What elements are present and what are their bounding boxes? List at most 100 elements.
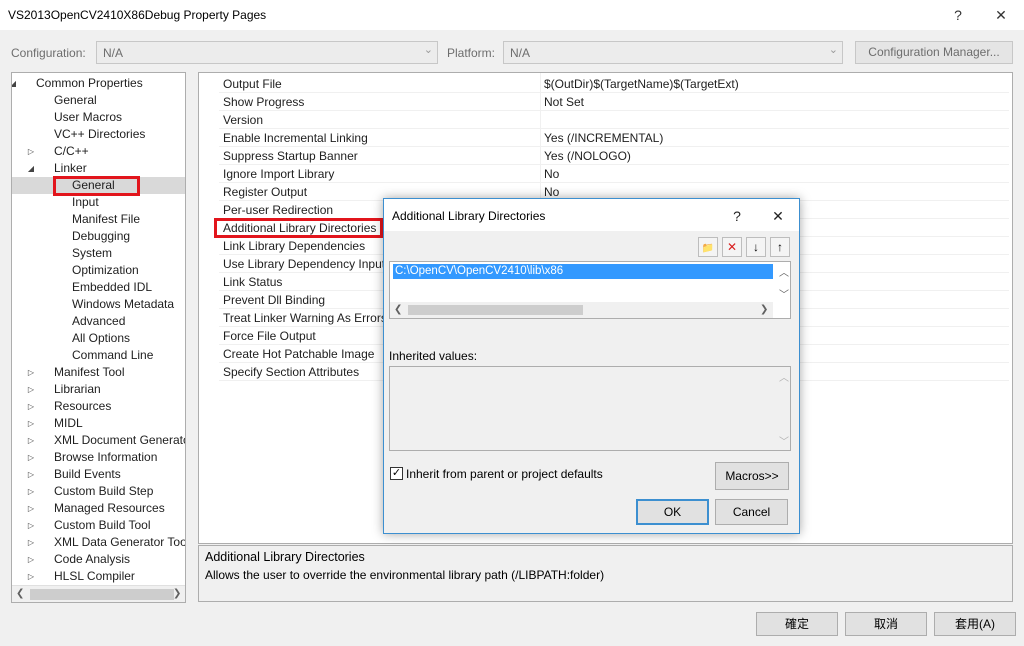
tree-item[interactable]: Command Line: [12, 347, 185, 364]
tree-item[interactable]: ▷ Build Events: [12, 466, 185, 483]
property-row[interactable]: Show Progress Not Set: [219, 93, 1009, 111]
scroll-left-icon[interactable]: ❮: [16, 588, 24, 599]
new-folder-button[interactable]: 📁: [698, 237, 718, 257]
property-value[interactable]: $(OutDir)$(TargetName)$(TargetExt): [544, 77, 739, 91]
tree-item-label: VC++ Directories: [54, 127, 146, 141]
property-value[interactable]: No: [544, 167, 559, 181]
tree-item[interactable]: User Macros: [12, 109, 185, 126]
collapse-icon[interactable]: ◢: [26, 160, 36, 177]
tree-item[interactable]: Debugging: [12, 228, 185, 245]
expand-icon[interactable]: ▷: [26, 483, 36, 500]
dialog-cancel-button[interactable]: Cancel: [715, 499, 788, 525]
apply-button[interactable]: 套用(A): [934, 612, 1016, 636]
directory-horizontal-scrollbar[interactable]: ❮ ❯: [390, 302, 773, 318]
tree-item[interactable]: Manifest File: [12, 211, 185, 228]
dialog-ok-button[interactable]: OK: [636, 499, 709, 525]
expand-icon[interactable]: ▷: [26, 466, 36, 483]
scroll-right-icon[interactable]: ❯: [173, 588, 181, 599]
expand-icon[interactable]: ▷: [26, 500, 36, 517]
tree-item-label: General: [54, 93, 97, 107]
property-name: Suppress Startup Banner: [223, 149, 358, 163]
configuration-manager-button[interactable]: Configuration Manager...: [855, 41, 1013, 64]
tree-item[interactable]: ▷ MIDL: [12, 415, 185, 432]
directory-list[interactable]: C:\OpenCV\OpenCV2410\lib\x86 ︿ ﹀ ❮ ❯: [389, 261, 791, 319]
tree-item[interactable]: ▷ Manifest Tool: [12, 364, 185, 381]
tree-item-label: Input: [72, 195, 99, 209]
tree-item[interactable]: ▷ Managed Resources: [12, 500, 185, 517]
tree-item[interactable]: All Options: [12, 330, 185, 347]
property-value[interactable]: Not Set: [544, 95, 584, 109]
tree-item[interactable]: ▷ HLSL Compiler: [12, 568, 185, 585]
expand-icon[interactable]: ▷: [26, 534, 36, 551]
property-name: Use Library Dependency Input: [223, 257, 386, 271]
close-icon[interactable]: ✕: [988, 4, 1014, 26]
tree-item[interactable]: ▷ Librarian: [12, 381, 185, 398]
scrollbar-thumb[interactable]: [30, 589, 174, 600]
expand-icon[interactable]: ▷: [26, 551, 36, 568]
delete-button[interactable]: ✕: [722, 237, 742, 257]
tree-item[interactable]: ▷ Custom Build Step: [12, 483, 185, 500]
dialog-close-icon[interactable]: ✕: [767, 206, 789, 226]
tree-item-label: Command Line: [72, 348, 154, 362]
tree-item[interactable]: VC++ Directories: [12, 126, 185, 143]
directory-list-item[interactable]: C:\OpenCV\OpenCV2410\lib\x86: [393, 264, 773, 279]
expand-icon[interactable]: ▷: [26, 381, 36, 398]
property-row[interactable]: Version: [219, 111, 1009, 129]
scrollbar-thumb[interactable]: [408, 305, 583, 315]
inherit-checkbox[interactable]: ✓: [390, 467, 403, 480]
scroll-right-icon[interactable]: ❯: [760, 304, 768, 315]
dialog-help-icon[interactable]: ?: [726, 206, 748, 226]
macros-button[interactable]: Macros>>: [715, 462, 789, 490]
expand-icon[interactable]: ▷: [26, 449, 36, 466]
tree-item[interactable]: System: [12, 245, 185, 262]
scroll-up-icon[interactable]: ︿: [779, 264, 789, 279]
property-row[interactable]: Suppress Startup Banner Yes (/NOLOGO): [219, 147, 1009, 165]
tree-item[interactable]: ▷ C/C++: [12, 143, 185, 160]
tree-item[interactable]: Advanced: [12, 313, 185, 330]
property-value[interactable]: Yes (/INCREMENTAL): [544, 131, 663, 145]
property-tree[interactable]: ◢ Common Properties General User Macros VC++…: [11, 72, 186, 603]
tree-item[interactable]: Optimization: [12, 262, 185, 279]
ok-button[interactable]: 確定: [756, 612, 838, 636]
tree-item[interactable]: Input: [12, 194, 185, 211]
expand-icon[interactable]: ▷: [26, 398, 36, 415]
property-name: Force File Output: [223, 329, 316, 343]
scroll-left-icon[interactable]: ❮: [394, 304, 402, 315]
tree-item[interactable]: ▷ XML Data Generator Too: [12, 534, 185, 551]
expand-icon[interactable]: ▷: [26, 568, 36, 585]
help-icon[interactable]: ?: [945, 4, 971, 26]
expand-icon[interactable]: ▷: [26, 415, 36, 432]
move-down-button[interactable]: ↓: [746, 237, 766, 257]
tree-item[interactable]: ◢ Linker: [12, 160, 185, 177]
property-row[interactable]: Output File $(OutDir)$(TargetName)$(Targe…: [219, 75, 1009, 93]
configuration-label: Configuration:: [11, 46, 86, 60]
property-value[interactable]: No: [544, 185, 559, 199]
tree-item[interactable]: ▷ Resources: [12, 398, 185, 415]
tree-item[interactable]: Windows Metadata: [12, 296, 185, 313]
property-value[interactable]: Yes (/NOLOGO): [544, 149, 631, 163]
scroll-down-icon[interactable]: ﹀: [779, 286, 789, 301]
tree-item[interactable]: ▷ Code Analysis: [12, 551, 185, 568]
configuration-combo[interactable]: N/A ⌄: [96, 41, 438, 64]
move-up-button[interactable]: ↑: [770, 237, 790, 257]
tree-item[interactable]: ◢ Common Properties: [12, 75, 185, 92]
expand-icon[interactable]: ▷: [26, 517, 36, 534]
tree-item-label: Common Properties: [36, 76, 143, 90]
expand-icon[interactable]: ▷: [26, 143, 36, 160]
inherit-checkbox-label: Inherit from parent or project defaults: [406, 467, 603, 481]
tree-item[interactable]: ▷ Custom Build Tool: [12, 517, 185, 534]
tree-item[interactable]: ▷ Browse Information: [12, 449, 185, 466]
inherited-values-label: Inherited values:: [389, 349, 478, 363]
tree-item-label: All Options: [72, 331, 131, 345]
tree-horizontal-scrollbar[interactable]: ❮ ❯: [12, 585, 185, 602]
property-row[interactable]: Ignore Import Library No: [219, 165, 1009, 183]
platform-combo[interactable]: N/A ⌄: [503, 41, 843, 64]
expand-icon[interactable]: ▷: [26, 432, 36, 449]
property-row[interactable]: Enable Incremental Linking Yes (/INCREMEN…: [219, 129, 1009, 147]
expand-icon[interactable]: ▷: [26, 364, 36, 381]
tree-item[interactable]: Embedded IDL: [12, 279, 185, 296]
tree-item[interactable]: General: [12, 92, 185, 109]
tree-item[interactable]: ▷ XML Document Generato: [12, 432, 185, 449]
collapse-icon[interactable]: ◢: [12, 75, 18, 92]
cancel-button[interactable]: 取消: [845, 612, 927, 636]
